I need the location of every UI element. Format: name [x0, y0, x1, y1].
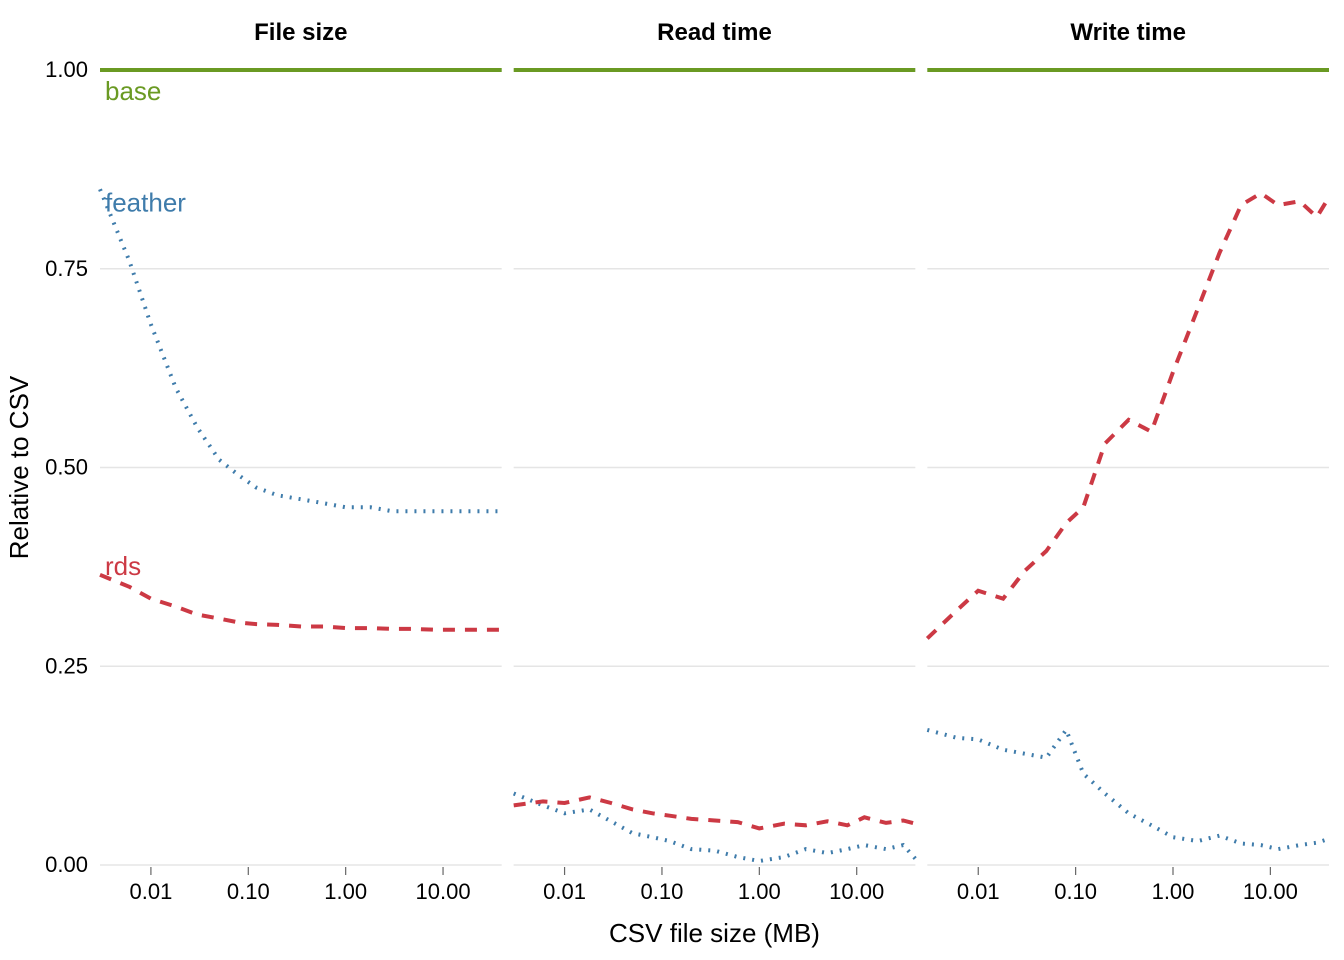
faceted-line-chart: 0.00 0.25 0.50 0.75 1.00 File size Read time Wr… — [0, 0, 1344, 960]
facet-title: Read time — [657, 19, 772, 46]
series-line-feather — [514, 794, 916, 862]
x-tick-label: 10.00 — [1243, 879, 1298, 904]
y-tick-label: 0.25 — [45, 653, 88, 678]
y-tick-label: 1.00 — [45, 57, 88, 82]
x-tick-label: 10.00 — [416, 879, 471, 904]
series-line-rds — [100, 575, 502, 630]
x-tick-label: 0.10 — [227, 879, 270, 904]
series-label-rds: rds — [105, 551, 141, 581]
x-tick-label: 0.10 — [1054, 879, 1097, 904]
x-tick-label: 10.00 — [829, 879, 884, 904]
y-tick-label: 0.00 — [45, 852, 88, 877]
x-tick-label: 0.01 — [957, 879, 1000, 904]
series-label-feather: feather — [105, 187, 186, 217]
series-line-feather — [927, 730, 1329, 849]
series-line-rds — [927, 193, 1329, 638]
y-tick-label: 0.75 — [45, 256, 88, 281]
series-line-feather — [100, 189, 502, 511]
series-label-base: base — [105, 76, 161, 106]
facet-title: File size — [254, 19, 347, 46]
facet-title: Write time — [1070, 19, 1186, 46]
x-tick-label: 0.10 — [641, 879, 684, 904]
x-tick-label: 0.01 — [130, 879, 173, 904]
x-tick-label: 1.00 — [324, 879, 367, 904]
y-axis-label: Relative to CSV — [4, 375, 34, 559]
y-tick-label: 0.50 — [45, 455, 88, 480]
x-tick-label: 1.00 — [1152, 879, 1195, 904]
x-tick-label: 0.01 — [543, 879, 586, 904]
x-tick-label: 1.00 — [738, 879, 781, 904]
x-axis-label: CSV file size (MB) — [609, 918, 820, 948]
